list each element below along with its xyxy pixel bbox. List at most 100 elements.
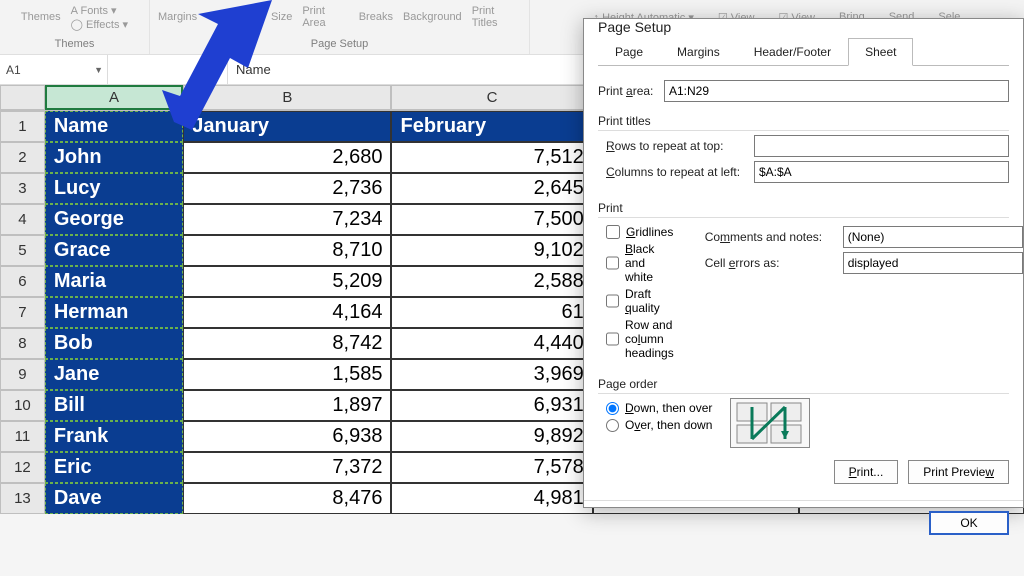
dialog-tabs: Page Margins Header/Footer Sheet <box>598 37 1009 66</box>
cellerrors-label: Cell errors as: <box>705 256 835 270</box>
pagesetup-group-label: Page Setup <box>311 36 369 54</box>
cell[interactable]: 9,102 <box>391 235 592 266</box>
tab-sheet[interactable]: Sheet <box>848 38 913 66</box>
cell[interactable]: Herman <box>45 297 183 328</box>
cell[interactable]: Lucy <box>45 173 183 204</box>
row-header[interactable]: 5 <box>0 235 45 266</box>
tab-header-footer[interactable]: Header/Footer <box>737 38 848 66</box>
row-header[interactable]: 4 <box>0 204 45 235</box>
cell[interactable]: 8,710 <box>183 235 391 266</box>
breaks-button[interactable]: Breaks <box>359 11 393 23</box>
gridlines-checkbox[interactable] <box>606 225 620 239</box>
themes-button[interactable]: Themes <box>21 11 61 23</box>
dialog-title: Page Setup <box>584 19 1023 35</box>
cell[interactable]: George <box>45 204 183 235</box>
select-all-corner[interactable] <box>0 85 45 110</box>
cell[interactable]: 2,588 <box>391 266 592 297</box>
tab-page[interactable]: Page <box>598 38 660 66</box>
ok-button[interactable]: OK <box>929 511 1009 535</box>
column-header-c[interactable]: C <box>391 85 592 110</box>
row-header[interactable]: 7 <box>0 297 45 328</box>
cell[interactable]: 7,372 <box>183 452 391 483</box>
row-header[interactable]: 9 <box>0 359 45 390</box>
row-header[interactable]: 2 <box>0 142 45 173</box>
cell[interactable]: Eric <box>45 452 183 483</box>
cols-left-label: Columns to repeat at left: <box>606 165 746 179</box>
effects-dropdown[interactable]: ◯ Effects ▾ <box>71 18 128 31</box>
cols-left-input[interactable] <box>754 161 1009 183</box>
tab-margins[interactable]: Margins <box>660 38 737 66</box>
cell[interactable]: 8,476 <box>183 483 391 514</box>
page-order-group: Page order <box>598 377 1009 394</box>
over-down-radio[interactable] <box>606 419 619 432</box>
down-over-label: Down, then over <box>625 401 712 415</box>
print-titles-button[interactable]: Print Titles <box>472 5 521 29</box>
print-titles-group: Print titles <box>598 114 1009 131</box>
over-down-label: Over, then down <box>625 418 712 432</box>
cell[interactable]: Dave <box>45 483 183 514</box>
rowcol-checkbox[interactable] <box>606 332 619 346</box>
comments-label: Comments and notes: <box>705 230 835 244</box>
gridlines-label: Gridlines <box>626 225 673 239</box>
cell[interactable]: 7,500 <box>391 204 592 235</box>
print-area-label: Print area: <box>598 84 656 98</box>
fonts-dropdown[interactable]: A Fonts ▾ <box>71 4 128 17</box>
cell[interactable]: 61 <box>391 297 592 328</box>
bw-label: Black and white <box>625 242 675 284</box>
cell[interactable]: John <box>45 142 183 173</box>
cell[interactable]: 4,981 <box>391 483 592 514</box>
print-area-input[interactable] <box>664 80 1009 102</box>
rowcol-label: Row and column headings <box>625 318 675 360</box>
cell[interactable]: 7,512 <box>391 142 592 173</box>
cell[interactable]: 5,209 <box>183 266 391 297</box>
cell[interactable]: 2,645 <box>391 173 592 204</box>
cell[interactable]: 9,892 <box>391 421 592 452</box>
cell[interactable]: 7,578 <box>391 452 592 483</box>
bw-checkbox[interactable] <box>606 256 619 270</box>
print-preview-button[interactable]: Print Preview <box>908 460 1009 484</box>
cell[interactable]: February <box>391 111 592 142</box>
cell[interactable]: Maria <box>45 266 183 297</box>
rows-top-label: Rows to repeat at top: <box>606 139 746 153</box>
themes-group-label: Themes <box>55 36 95 54</box>
cell[interactable]: Grace <box>45 235 183 266</box>
cell[interactable]: 4,440 <box>391 328 592 359</box>
cell[interactable]: 7,234 <box>183 204 391 235</box>
name-box[interactable]: A1▼ <box>0 55 108 84</box>
cell[interactable]: 1,585 <box>183 359 391 390</box>
print-area-button[interactable]: Print Area <box>302 5 348 29</box>
row-header[interactable]: 12 <box>0 452 45 483</box>
row-header[interactable]: 13 <box>0 483 45 514</box>
cell[interactable]: 3,969 <box>391 359 592 390</box>
page-setup-dialog: Page Setup Page Margins Header/Footer Sh… <box>583 18 1024 508</box>
cell[interactable]: 4,164 <box>183 297 391 328</box>
page-order-diagram <box>730 398 810 448</box>
row-header[interactable]: 1 <box>0 111 45 142</box>
cell[interactable]: 6,931 <box>391 390 592 421</box>
print-button[interactable]: Print... <box>834 460 899 484</box>
cell[interactable]: Jane <box>45 359 183 390</box>
row-header[interactable]: 3 <box>0 173 45 204</box>
pointer-arrow <box>160 0 280 130</box>
cell[interactable]: 1,897 <box>183 390 391 421</box>
draft-label: Draft quality <box>625 287 675 315</box>
cellerrors-dropdown[interactable] <box>843 252 1023 274</box>
cell[interactable]: 2,680 <box>183 142 391 173</box>
row-header[interactable]: 8 <box>0 328 45 359</box>
row-header[interactable]: 11 <box>0 421 45 452</box>
cell[interactable]: Frank <box>45 421 183 452</box>
background-button[interactable]: Background <box>403 11 462 23</box>
rows-top-input[interactable] <box>754 135 1009 157</box>
draft-checkbox[interactable] <box>606 294 619 308</box>
comments-dropdown[interactable] <box>843 226 1023 248</box>
print-group: Print <box>598 201 1009 218</box>
cell[interactable]: 2,736 <box>183 173 391 204</box>
row-header[interactable]: 10 <box>0 390 45 421</box>
chevron-down-icon[interactable]: ▼ <box>94 65 103 75</box>
row-header[interactable]: 6 <box>0 266 45 297</box>
cell[interactable]: Bill <box>45 390 183 421</box>
down-over-radio[interactable] <box>606 402 619 415</box>
cell[interactable]: 8,742 <box>183 328 391 359</box>
cell[interactable]: 6,938 <box>183 421 391 452</box>
cell[interactable]: Bob <box>45 328 183 359</box>
